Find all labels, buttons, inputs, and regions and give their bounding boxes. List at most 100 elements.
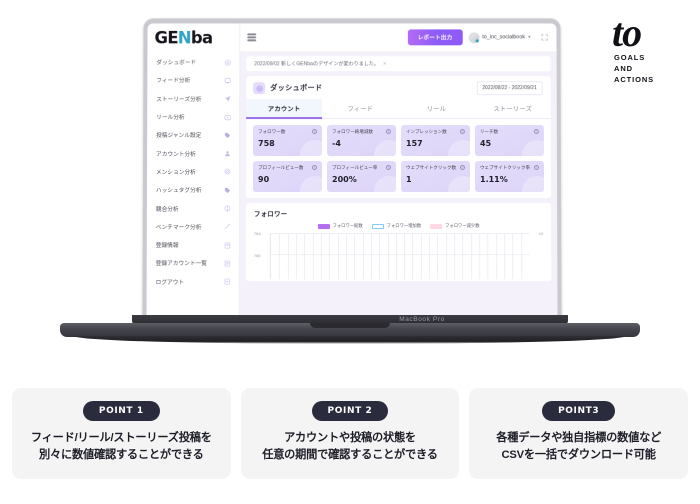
point-line-1: 各種データや独自指標の数値など [496,432,662,444]
metric-label: ウェブサイトクリック数 [405,165,457,171]
metric-card[interactable]: ウェブサイトクリック率 ? 1.11% [474,161,545,193]
page-title: ダッシュボード [270,83,323,93]
tab-reel[interactable]: リール [398,99,474,118]
sidebar-item-account-list[interactable]: 登録アカウント一覧 [147,254,239,272]
point-description: 各種データや独自指標の数値など CSVを一括でダウンロード可能 [475,430,682,465]
metric-card[interactable]: リーチ数 ? 45 [474,125,544,157]
app-topbar: レポート出力 to_inc_socialbook ▾ [240,23,557,52]
help-icon[interactable]: ? [459,165,465,171]
y-axis-tick-mid: 780 [253,253,261,259]
notification-text: 2022/09/02 新しくGENbaのデザインが変わりました。 [254,61,380,68]
help-icon[interactable]: ? [311,129,318,135]
metric-value: 200% [331,175,357,185]
laptop-deck-shadow [74,336,626,344]
sidebar-item-label: 登録アカウント一覧 [155,261,208,268]
metric-card-top: ウェブサイトクリック数 ? [405,165,465,171]
help-icon[interactable]: ? [385,165,391,171]
metric-card-top: フォロワー純増減数 ? [332,129,391,135]
close-icon[interactable]: × [383,61,386,67]
legend-item[interactable]: フォロワー増加数 [371,223,421,229]
help-icon[interactable]: ? [459,129,465,135]
points-section: POINT 1 フィード/リール/ストーリーズ投稿を 別々に数値確認することがで… [12,388,688,479]
metric-value: 45 [479,139,492,149]
app-main: レポート出力 to_inc_socialbook ▾ 2022/09/02 新し… [239,23,558,327]
metric-card[interactable]: フォロワー数 ? 758 [253,125,323,157]
sidebar-item-mention-analysis[interactable]: メンション分析 [147,163,239,181]
chart-title: フォロワー [253,211,288,219]
tab-account[interactable]: アカウント [246,99,323,119]
sidebar-item-label: アカウント分析 [156,151,196,158]
sidebar-item-dashboard[interactable]: ダッシュボード [147,53,239,71]
point-card-1: POINT 1 フィード/リール/ストーリーズ投稿を 別々に数値確認することがで… [12,388,231,479]
user-menu[interactable]: to_inc_socialbook ▾ [468,31,531,43]
at-icon [224,168,231,175]
metric-card[interactable]: プロフィールビュー率 ? 200% [326,161,397,193]
y-axis-tick-top: 784 [253,231,261,237]
point-badge: POINT 1 [82,401,160,421]
compare-icon [224,205,231,212]
sidebar-item-registration-info[interactable]: 登録情報 [147,236,239,254]
tab-feed[interactable]: フィード [322,99,398,118]
chevron-down-icon: ▾ [528,34,531,41]
tab-stories[interactable]: ストーリーズ [475,99,551,118]
sidebar-item-logout[interactable]: ログアウト [147,273,239,291]
legend-item[interactable]: フォロワー総数 [317,223,363,229]
metric-card[interactable]: ウェブサイトクリック数 ? 1 [400,161,471,193]
gauge-icon [224,59,232,66]
date-range-picker[interactable]: 2022/08/22 - 2022/09/21 [476,81,543,96]
laptop-mockup: GENba ダッシュボード フィード分析 ストーリーズ分析 リール分析 投稿ジャ… [60,8,640,363]
metric-label: ウェブサイトクリック率 [479,165,531,171]
sidebar-item-label: フィード分析 [156,78,191,85]
metric-card[interactable]: フォロワー純増減数 ? -4 [327,125,396,157]
sidebar-item-stories-analysis[interactable]: ストーリーズ分析 [147,90,239,108]
sidebar-item-reel-analysis[interactable]: リール分析 [147,108,239,126]
reel-icon [224,114,231,121]
genba-part-1: GE [154,27,178,47]
metric-value: 758 [258,139,275,149]
expand-icon[interactable] [541,33,549,41]
list-icon [224,260,231,267]
trend-icon [224,223,231,230]
sidebar-item-feed-analysis[interactable]: フィード分析 [147,72,239,90]
help-icon[interactable]: ? [385,129,391,135]
laptop-base: MacBook Pro [60,315,640,349]
help-icon[interactable]: ? [533,129,539,135]
avatar [468,31,480,43]
app-content: 2022/09/02 新しくGENbaのデザインが変わりました。 × ダッシュボ… [240,51,558,326]
tag-icon [224,132,231,139]
point-line-1: フィード/リール/ストーリーズ投稿を [30,432,212,444]
sidebar-item-account-analysis[interactable]: アカウント分析 [147,145,239,163]
genba-logo: GENba [154,28,212,47]
genba-part-2: N [177,27,191,47]
point-description: フィード/リール/ストーリーズ投稿を 別々に数値確認することができる [18,430,225,465]
help-icon[interactable]: ? [311,165,318,171]
report-export-button[interactable]: レポート出力 [407,29,463,46]
sidebar-item-benchmark-analysis[interactable]: ベンチマーク分析 [147,218,239,236]
sidebar-item-hashtag-analysis[interactable]: ハッシュタグ分析 [147,181,239,199]
genba-part-3: ba [190,27,213,47]
metric-card[interactable]: プロフィールビュー数 ? 90 [252,161,323,193]
point-line-2: 別々に数値確認することができる [39,449,204,462]
app-brand: GENba [147,23,239,51]
sidebar-item-competitor-analysis[interactable]: 競合分析 [147,199,239,217]
metric-card-top: フォロワー数 ? [258,129,318,135]
sidebar-item-label: ストーリーズ分析 [156,96,202,103]
hamburger-icon[interactable] [247,33,257,41]
metric-card-top: プロフィールビュー率 ? [332,165,391,171]
help-icon[interactable]: ? [533,165,539,171]
sidebar-item-genre-settings[interactable]: 投稿ジャンル設定 [147,126,239,144]
legend-swatch-decrease [430,223,443,229]
metric-label: プロフィールビュー数 [258,165,304,171]
metric-card[interactable]: インプレッション数 ? 157 [400,125,470,157]
metric-cards-grid: フォロワー数 ? 758 フォロワー純増減数 ? -4 インプレッション数 ? … [246,119,551,194]
metric-label: インプレッション数 [405,129,447,135]
point-line-1: アカウントや投稿の状態を [284,432,416,444]
point-card-2: POINT 2 アカウントや投稿の状態を 任意の期間で確認することができる [240,388,460,479]
dashboard-header: ダッシュボード 2022/08/22 - 2022/09/21 [246,76,551,99]
metric-label: リーチ数 [479,129,499,135]
legend-label: フォロワー減少数 [445,223,480,229]
metric-value: 157 [405,139,423,149]
sidebar-nav: ダッシュボード フィード分析 ストーリーズ分析 リール分析 投稿ジャンル設定 ア… [147,51,240,291]
person-icon [224,150,231,157]
legend-item[interactable]: フォロワー減少数 [430,223,480,229]
